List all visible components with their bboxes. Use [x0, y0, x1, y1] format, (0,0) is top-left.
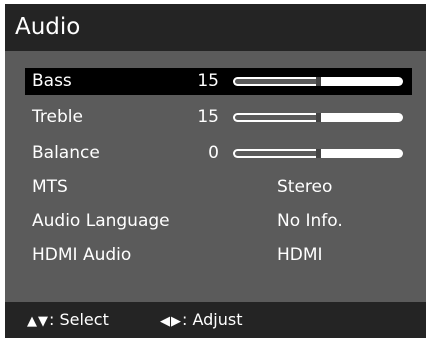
adjust-hint: ◀▶: Adjust [160, 302, 243, 340]
menu-item-label: MTS [32, 177, 68, 197]
menu-item-label: Audio Language [32, 211, 170, 231]
select-hint-label: : Select [49, 310, 109, 329]
menu-item-treble[interactable]: Treble 15 [25, 104, 412, 131]
menu-item-mts[interactable]: MTS Stereo [25, 174, 412, 201]
balance-slider[interactable] [233, 149, 403, 158]
menu-item-audio-language[interactable]: Audio Language No Info. [25, 208, 412, 235]
up-down-arrows-icon: ▲▼ [27, 314, 49, 329]
menu-content: Bass 15 Treble 15 Balance 0 MTS Stereo A… [5, 51, 426, 302]
adjust-hint-label: : Adjust [182, 310, 243, 329]
slider-knob[interactable] [316, 149, 321, 158]
slider-value: 0 [208, 143, 219, 163]
audio-menu-window: Audio Bass 15 Treble 15 Balance 0 MTS St… [5, 4, 426, 338]
select-hint: ▲▼: Select [27, 302, 109, 340]
bass-slider[interactable] [233, 77, 403, 86]
treble-slider[interactable] [233, 113, 403, 122]
menu-item-bass[interactable]: Bass 15 [25, 68, 412, 95]
slider-knob[interactable] [316, 77, 321, 86]
menu-item-label: Bass [32, 71, 72, 91]
menu-item-hdmi-audio[interactable]: HDMI Audio HDMI [25, 242, 412, 269]
menu-item-value: Stereo [277, 177, 333, 197]
slider-knob[interactable] [316, 113, 321, 122]
slider-fill [235, 151, 318, 156]
slider-fill [235, 115, 318, 120]
menu-item-label: Balance [32, 143, 100, 163]
slider-fill [235, 79, 318, 84]
footer-help-bar: ▲▼: Select ◀▶: Adjust [5, 302, 426, 338]
menu-title: Audio [5, 4, 426, 51]
slider-value: 15 [197, 107, 219, 127]
menu-item-balance[interactable]: Balance 0 [25, 140, 412, 167]
menu-item-label: HDMI Audio [32, 245, 132, 265]
slider-value: 15 [197, 71, 219, 91]
menu-item-value: HDMI [277, 245, 323, 265]
menu-item-label: Treble [32, 107, 83, 127]
left-right-arrows-icon: ◀▶ [160, 314, 182, 329]
menu-item-value: No Info. [277, 211, 343, 231]
